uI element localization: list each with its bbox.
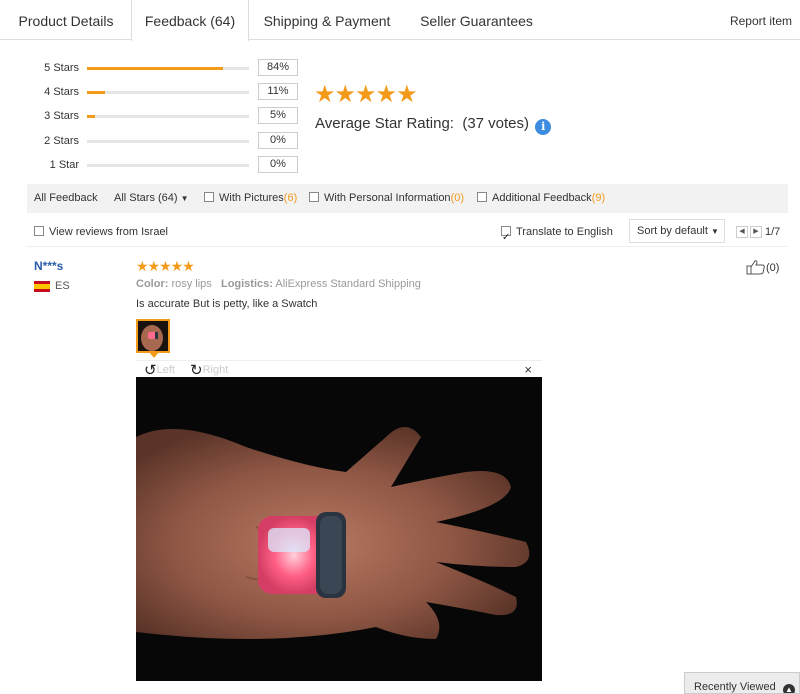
rating-label: 3 Stars bbox=[44, 110, 79, 122]
rotate-left-label: Left bbox=[156, 364, 175, 376]
additional-count: (9) bbox=[591, 192, 606, 204]
next-page-icon[interactable]: ▶ bbox=[750, 226, 762, 238]
rating-bar bbox=[87, 67, 249, 70]
review-photo-thumbnail[interactable] bbox=[136, 319, 170, 353]
review-meta: Color: rosy lips Logistics: AliExpress S… bbox=[136, 278, 421, 290]
checkbox[interactable] bbox=[309, 192, 319, 202]
rating-bar-fill bbox=[87, 115, 96, 118]
close-icon[interactable]: × bbox=[524, 363, 532, 377]
photo-viewer-toolbar: ↺Left ↻Right × bbox=[136, 360, 542, 379]
color-value: rosy lips bbox=[171, 278, 212, 290]
rating-bar-fill bbox=[87, 67, 224, 70]
with-personal-info-filter[interactable]: With Personal Information(0) bbox=[309, 184, 464, 213]
rating-percent: 5% bbox=[258, 107, 298, 124]
tab-product-details[interactable]: Product Details bbox=[0, 0, 132, 40]
vote-count: (37 votes) bbox=[462, 115, 530, 132]
translate-label: Translate to English bbox=[516, 226, 613, 238]
recently-viewed-tab[interactable]: Recently Viewed ▲ bbox=[684, 672, 800, 694]
chevron-down-icon: ▼ bbox=[711, 227, 719, 236]
rating-bar bbox=[87, 140, 249, 143]
with-personal-count: (0) bbox=[450, 192, 465, 204]
info-icon[interactable]: i bbox=[535, 119, 552, 135]
with-pictures-filter[interactable]: With Pictures(6) bbox=[204, 184, 297, 213]
rating-label: 2 Stars bbox=[44, 135, 79, 147]
logistics-value: AliExpress Standard Shipping bbox=[275, 278, 421, 290]
all-stars-dropdown[interactable]: All Stars (64) ▼ bbox=[114, 184, 189, 213]
reviewer-name[interactable]: N***s bbox=[34, 259, 63, 273]
all-feedback-filter[interactable]: All Feedback bbox=[34, 184, 98, 213]
prev-page-icon[interactable]: ◀ bbox=[736, 226, 748, 238]
like-button[interactable]: (0) bbox=[746, 259, 779, 275]
rating-bar bbox=[87, 91, 249, 94]
rating-bar bbox=[87, 115, 249, 118]
review-text: Is accurate But is petty, like a Swatch bbox=[136, 298, 318, 310]
rating-percent: 11% bbox=[258, 83, 298, 100]
report-item-link[interactable]: Report item bbox=[730, 0, 792, 42]
additional-feedback-filter[interactable]: Additional Feedback(9) bbox=[477, 184, 605, 213]
average-star-icons: ★★★★★ bbox=[314, 81, 418, 108]
rating-label: 4 Stars bbox=[44, 86, 79, 98]
like-count: (0) bbox=[766, 262, 780, 274]
average-rating-label: Average Star Rating: bbox=[315, 115, 454, 132]
all-stars-label: All Stars (64) bbox=[114, 192, 178, 204]
thumbnail-caret bbox=[149, 352, 159, 358]
rating-label: 1 Star bbox=[49, 159, 79, 171]
spain-flag-icon bbox=[34, 281, 50, 292]
logistics-label: Logistics: bbox=[220, 278, 273, 290]
reviewer-country: ES bbox=[55, 280, 70, 292]
chevron-down-icon: ▼ bbox=[180, 194, 189, 203]
tab-shipping-payment[interactable]: Shipping & Payment bbox=[249, 0, 405, 40]
checkbox-checked[interactable] bbox=[501, 223, 511, 253]
feedback-filter-bar: All Feedback All Stars (64) ▼ With Pictu… bbox=[27, 184, 788, 213]
feedback-options-row: View reviews from Israel Translate to En… bbox=[27, 217, 788, 253]
average-rating-text: Average Star Rating: (37 votes) i bbox=[315, 115, 552, 135]
additional-label: Additional Feedback bbox=[492, 192, 592, 204]
tab-bar: Product Details Feedback (64) Shipping &… bbox=[0, 0, 800, 42]
tab-feedback[interactable]: Feedback (64) bbox=[131, 0, 249, 41]
chevron-up-icon: ▲ bbox=[783, 684, 795, 693]
rating-bar bbox=[87, 164, 249, 167]
with-personal-label: With Personal Information bbox=[324, 192, 451, 204]
rating-percent: 84% bbox=[258, 59, 298, 76]
rating-label: 5 Stars bbox=[44, 62, 79, 74]
rating-percent: 0% bbox=[258, 156, 298, 173]
rotate-right-label: Right bbox=[202, 364, 229, 376]
view-israel-label: View reviews from Israel bbox=[49, 226, 168, 238]
translate-option[interactable]: Translate to English bbox=[501, 217, 613, 253]
sort-label: Sort by default bbox=[637, 225, 708, 237]
review-photo bbox=[136, 377, 542, 681]
rating-percent: 0% bbox=[258, 132, 298, 149]
review-star-icons: ★★★★★ bbox=[136, 258, 195, 274]
checkbox[interactable] bbox=[477, 192, 487, 202]
view-israel-option[interactable]: View reviews from Israel bbox=[34, 217, 168, 247]
with-pictures-label: With Pictures bbox=[219, 192, 284, 204]
thumbs-up-icon bbox=[746, 260, 765, 275]
sort-dropdown[interactable]: Sort by default ▼ bbox=[629, 219, 725, 243]
color-label: Color: bbox=[136, 278, 169, 290]
checkbox[interactable] bbox=[204, 192, 214, 202]
tab-seller-guarantees[interactable]: Seller Guarantees bbox=[405, 0, 548, 40]
with-pictures-count: (6) bbox=[283, 192, 298, 204]
page-indicator: 1/7 bbox=[765, 226, 781, 238]
hand-with-lip-balm-image bbox=[136, 377, 542, 681]
rating-bar-fill bbox=[87, 91, 105, 94]
checkbox[interactable] bbox=[34, 226, 44, 236]
recently-viewed-label: Recently Viewed bbox=[694, 681, 776, 693]
